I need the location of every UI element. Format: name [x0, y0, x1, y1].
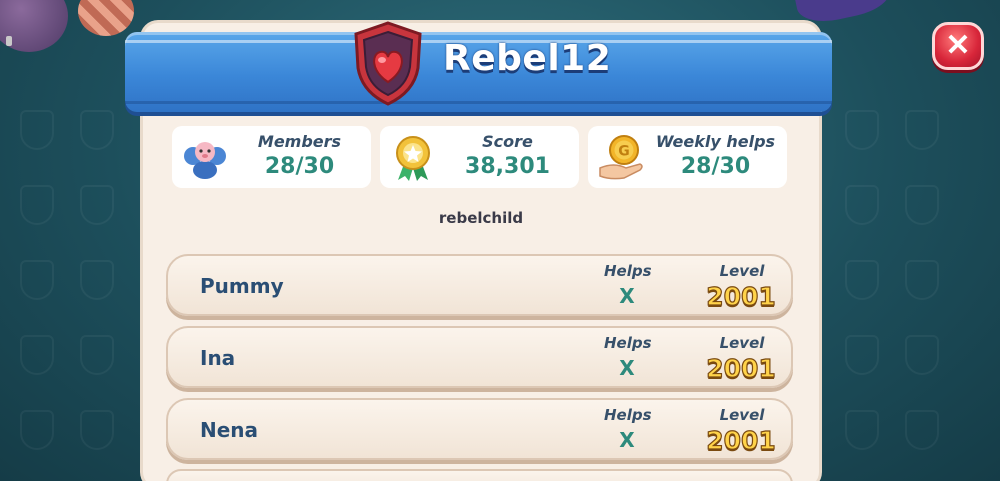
helps-value: X — [619, 284, 635, 308]
member-name: Nena — [200, 418, 259, 442]
team-name: Rebel12 — [443, 38, 612, 79]
members-value: 28/30 — [264, 154, 335, 179]
level-value: 2001 — [706, 281, 777, 311]
weekly-helps-label: Weekly helps — [655, 132, 776, 151]
score-stat-card: Score 38,301 — [380, 126, 579, 188]
candy-decoration — [78, 0, 134, 36]
member-name: Pummy — [200, 274, 284, 298]
team-badge-heart-icon — [354, 21, 422, 106]
score-value: 38,301 — [465, 154, 550, 179]
helps-label: Helps — [604, 262, 652, 280]
helps-label: Helps — [604, 334, 652, 352]
score-label: Score — [482, 132, 533, 151]
close-icon: ✕ — [945, 29, 971, 62]
helps-value: X — [619, 356, 635, 380]
level-label: Level — [719, 334, 765, 352]
helps-value: X — [619, 428, 635, 452]
close-button[interactable]: ✕ — [932, 22, 984, 70]
member-name: Ina — [200, 346, 236, 370]
weekly-helps-value: 28/30 — [680, 154, 751, 179]
level-value: 2001 — [706, 425, 777, 455]
members-label: Members — [257, 132, 342, 151]
member-row[interactable]: Pummy Helps X Level 2001 — [166, 254, 793, 316]
team-motto: rebelchild — [438, 209, 524, 227]
level-label: Level — [719, 406, 765, 424]
helps-label: Helps — [604, 406, 652, 424]
member-row[interactable]: Nena Helps X Level 2001 — [166, 398, 793, 460]
level-value: 2001 — [706, 353, 777, 383]
member-row-partial[interactable] — [166, 469, 793, 481]
members-stat-card: Members 28/30 — [172, 126, 371, 188]
weekly-helps-stat-card: G Weekly helps 28/30 — [588, 126, 787, 188]
level-label: Level — [719, 262, 765, 280]
member-row[interactable]: Ina Helps X Level 2001 — [166, 326, 793, 388]
candy-stick — [6, 36, 12, 46]
